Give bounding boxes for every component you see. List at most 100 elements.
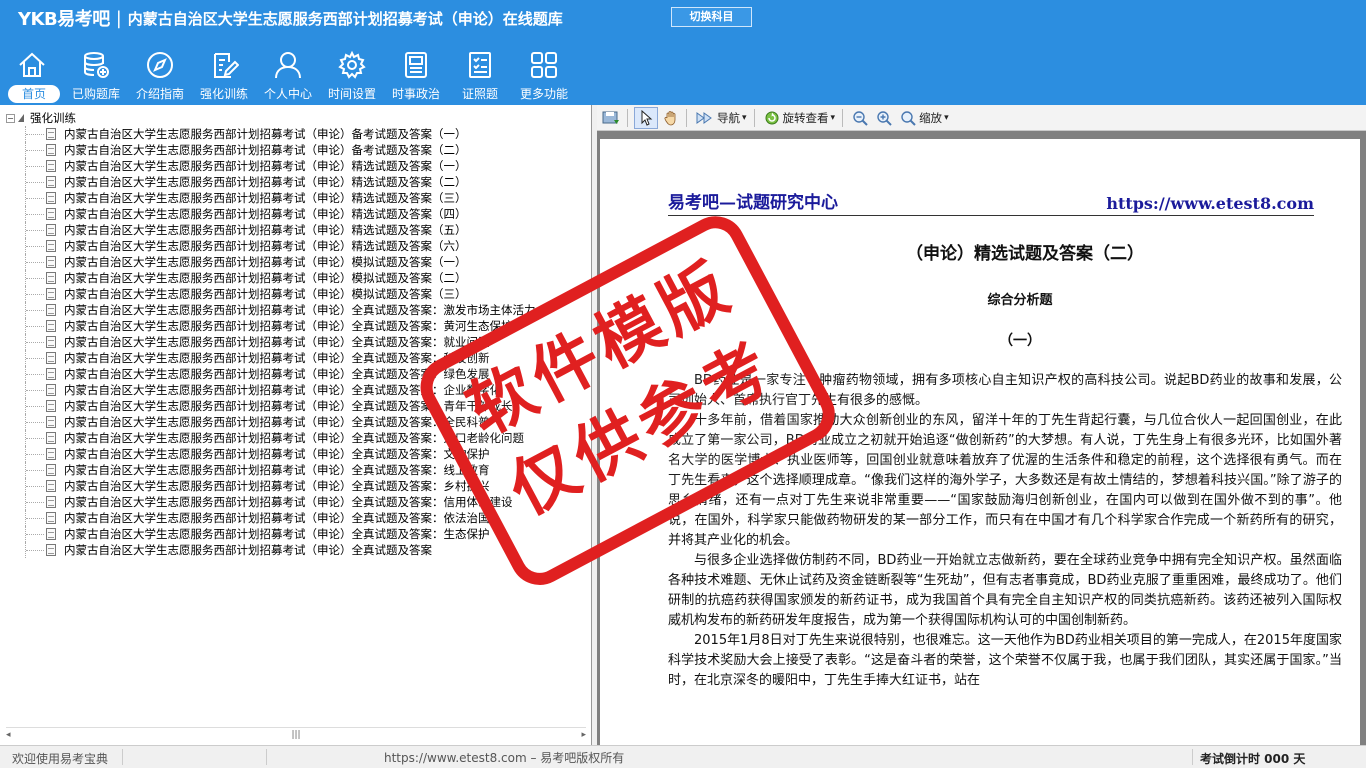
hand-tool[interactable] bbox=[660, 107, 682, 129]
tree-item-label: 内蒙古自治区大学生志愿服务西部计划招募考试（申论）全真试题及答案：依法治国 bbox=[64, 511, 490, 525]
tree-item-label: 内蒙古自治区大学生志愿服务西部计划招募考试（申论）全真试题及答案：黄河生态保护 bbox=[64, 319, 513, 333]
exam-countdown: 考试倒计时 000 天 bbox=[1200, 752, 1306, 766]
horizontal-scrollbar[interactable]: ◂ ||| ▸ bbox=[6, 727, 586, 741]
viewer-toolbar: 导航 ▾ 旋转查看 ▾ 缩放 ▾ bbox=[597, 105, 1366, 131]
tree-item-label: 内蒙古自治区大学生志愿服务西部计划招募考试（申论）模拟试题及答案（一） bbox=[64, 255, 467, 269]
save-icon bbox=[602, 111, 619, 124]
scroll-left-arrow[interactable]: ◂ bbox=[6, 730, 11, 740]
scroll-right-arrow[interactable]: ▸ bbox=[581, 730, 586, 740]
rotate-label: 旋转查看 bbox=[782, 110, 829, 125]
tree-item[interactable]: 内蒙古自治区大学生志愿服务西部计划招募考试（申论）全真试题及答案：企业数字化 bbox=[6, 382, 586, 398]
tree-item-label: 内蒙古自治区大学生志愿服务西部计划招募考试（申论）全真试题及答案：人口老龄化问题 bbox=[64, 431, 524, 445]
tree-root-label: 强化训练 bbox=[30, 111, 76, 125]
user-icon bbox=[275, 52, 301, 79]
gear-icon bbox=[338, 50, 366, 79]
tree-item[interactable]: 内蒙古自治区大学生志愿服务西部计划招募考试（申论）全真试题及答案：科技创新 bbox=[6, 350, 586, 366]
folder-icon bbox=[18, 114, 24, 122]
tree-item[interactable]: 内蒙古自治区大学生志愿服务西部计划招募考试（申论）全真试题及答案：乡村振兴 bbox=[6, 478, 586, 494]
nav-personal-label: 个人中心 bbox=[263, 87, 312, 101]
select-tool[interactable] bbox=[634, 106, 658, 129]
document-icon bbox=[46, 128, 56, 140]
nav-home-label: 首页 bbox=[8, 85, 60, 103]
nav-training-label: 强化训练 bbox=[199, 87, 248, 101]
tree-item[interactable]: 内蒙古自治区大学生志愿服务西部计划招募考试（申论）全真试题及答案：就业问题 bbox=[6, 334, 586, 350]
nav-purchased[interactable]: 已购题库 bbox=[64, 46, 128, 104]
hand-icon bbox=[664, 110, 676, 125]
tree-item[interactable]: 内蒙古自治区大学生志愿服务西部计划招募考试（申论）备考试题及答案（二） bbox=[6, 142, 586, 158]
navigate-menu[interactable]: 导航 ▾ bbox=[693, 107, 750, 129]
tree-item[interactable]: 内蒙古自治区大学生志愿服务西部计划招募考试（申论）全真试题及答案：线上教育 bbox=[6, 462, 586, 478]
zoom-out-tool[interactable] bbox=[849, 107, 871, 129]
nav-home[interactable]: 首页 bbox=[0, 46, 64, 104]
tree-item[interactable]: 内蒙古自治区大学生志愿服务西部计划招募考试（申论）精选试题及答案（四） bbox=[6, 206, 586, 222]
tree-item[interactable]: 内蒙古自治区大学生志愿服务西部计划招募考试（申论）全真试题及答案：激发市场主体活… bbox=[6, 302, 586, 318]
tree-item[interactable]: 内蒙古自治区大学生志愿服务西部计划招募考试（申论）全真试题及答案：信用体系建设 bbox=[6, 494, 586, 510]
checklist-icon bbox=[469, 52, 491, 78]
document-icon bbox=[46, 192, 56, 204]
tree-item-label: 内蒙古自治区大学生志愿服务西部计划招募考试（申论）全真试题及答案：线上教育 bbox=[64, 463, 490, 477]
document-section: （一） bbox=[999, 333, 1041, 349]
title-separator: | bbox=[115, 7, 122, 29]
save-tool[interactable] bbox=[599, 107, 623, 129]
tree-item[interactable]: 内蒙古自治区大学生志愿服务西部计划招募考试（申论）精选试题及答案（二） bbox=[6, 174, 586, 190]
tree-item-label: 内蒙古自治区大学生志愿服务西部计划招募考试（申论）精选试题及答案（四） bbox=[64, 207, 467, 221]
tree-item[interactable]: 内蒙古自治区大学生志愿服务西部计划招募考试（申论）模拟试题及答案（三） bbox=[6, 286, 586, 302]
collapse-toggle[interactable]: − bbox=[6, 113, 15, 123]
nav-personal[interactable]: 个人中心 bbox=[256, 46, 320, 104]
tree-item-label: 内蒙古自治区大学生志愿服务西部计划招募考试（申论）精选试题及答案（三） bbox=[64, 191, 467, 205]
tree-item[interactable]: 内蒙古自治区大学生志愿服务西部计划招募考试（申论）全真试题及答案：生态保护 bbox=[6, 526, 586, 542]
tree-item[interactable]: 内蒙古自治区大学生志愿服务西部计划招募考试（申论）精选试题及答案（六） bbox=[6, 238, 586, 254]
tree-item[interactable]: 内蒙古自治区大学生志愿服务西部计划招募考试（申论）全真试题及答案：人口老龄化问题 bbox=[6, 430, 586, 446]
zoom-in-tool[interactable] bbox=[873, 107, 895, 129]
tree-items: 内蒙古自治区大学生志愿服务西部计划招募考试（申论）备考试题及答案（一） 内蒙古自治… bbox=[6, 126, 586, 558]
scroll-thumb[interactable]: ||| bbox=[287, 730, 305, 740]
document-icon bbox=[46, 320, 56, 332]
document-icon bbox=[46, 352, 56, 364]
document-icon bbox=[46, 336, 56, 348]
document-header-url: https://www.etest8.com bbox=[1106, 194, 1314, 213]
tree-item[interactable]: 内蒙古自治区大学生志愿服务西部计划招募考试（申论）全真试题及答案：青年干部成长 bbox=[6, 398, 586, 414]
zoom-menu[interactable]: 缩放 ▾ bbox=[897, 107, 952, 129]
tree-item[interactable]: 内蒙古自治区大学生志愿服务西部计划招募考试（申论）全真试题及答案 bbox=[6, 542, 586, 558]
document-icon bbox=[46, 480, 56, 492]
rotate-menu[interactable]: 旋转查看 ▾ bbox=[761, 107, 839, 129]
tree-item[interactable]: 内蒙古自治区大学生志愿服务西部计划招募考试（申论）全真试题及答案：黄河生态保护 bbox=[6, 318, 586, 334]
tree-item-label: 内蒙古自治区大学生志愿服务西部计划招募考试（申论）精选试题及答案（一） bbox=[64, 159, 467, 173]
document-paragraph: BD药业是一家专注于肿瘤药物领域，拥有多项核心自主知识产权的高科技公司。说起BD… bbox=[668, 373, 1342, 408]
tree-item-label: 内蒙古自治区大学生志愿服务西部计划招募考试（申论）模拟试题及答案（三） bbox=[64, 287, 467, 301]
switch-subject-button[interactable]: 切换科目 bbox=[671, 7, 752, 27]
tree-item-label: 内蒙古自治区大学生志愿服务西部计划招募考试（申论）全真试题及答案：生态保护 bbox=[64, 527, 490, 541]
document-icon bbox=[46, 432, 56, 444]
main-nav: 首页 已购题库 介绍指南 强化训练 个人中心 时间设置 时事政治 证照题 更多功… bbox=[0, 46, 576, 104]
tree-item[interactable]: 内蒙古自治区大学生志愿服务西部计划招募考试（申论）全真试题及答案：文物保护 bbox=[6, 446, 586, 462]
nav-certificates[interactable]: 证照题 bbox=[448, 46, 512, 104]
tree-root[interactable]: − 强化训练 bbox=[6, 110, 586, 126]
nav-time-settings[interactable]: 时间设置 bbox=[320, 46, 384, 104]
tree-item[interactable]: 内蒙古自治区大学生志愿服务西部计划招募考试（申论）全真试题及答案：依法治国 bbox=[6, 510, 586, 526]
tree-item-label: 内蒙古自治区大学生志愿服务西部计划招募考试（申论）全真试题及答案：全民科普 bbox=[64, 415, 490, 429]
tree-item[interactable]: 内蒙古自治区大学生志愿服务西部计划招募考试（申论）模拟试题及答案（一） bbox=[6, 254, 586, 270]
nav-guide[interactable]: 介绍指南 bbox=[128, 46, 192, 104]
document-icon bbox=[46, 400, 56, 412]
document-icon bbox=[46, 304, 56, 316]
rotate-icon bbox=[765, 111, 779, 124]
tree-item-label: 内蒙古自治区大学生志愿服务西部计划招募考试（申论）备考试题及答案（一） bbox=[64, 127, 467, 141]
tree-item[interactable]: 内蒙古自治区大学生志愿服务西部计划招募考试（申论）模拟试题及答案（二） bbox=[6, 270, 586, 286]
nav-training[interactable]: 强化训练 bbox=[192, 46, 256, 104]
status-bar: 欢迎使用易考宝典 https://www.etest8.com – 易考吧版权所… bbox=[0, 745, 1366, 768]
tree-item[interactable]: 内蒙古自治区大学生志愿服务西部计划招募考试（申论）精选试题及答案（一） bbox=[6, 158, 586, 174]
tree-item[interactable]: 内蒙古自治区大学生志愿服务西部计划招募考试（申论）精选试题及答案（三） bbox=[6, 190, 586, 206]
document-body: BD药业是一家专注于肿瘤药物领域，拥有多项核心自主知识产权的高科技公司。说起BD… bbox=[668, 371, 1342, 691]
tree-item[interactable]: 内蒙古自治区大学生志愿服务西部计划招募考试（申论）精选试题及答案（五） bbox=[6, 222, 586, 238]
document-paragraph: 与很多企业选择做仿制药不同，BD药业一开始就立志做新药，要在全球药业竞争中拥有完… bbox=[668, 553, 1342, 628]
document-icon bbox=[46, 288, 56, 300]
nav-current-affairs-label: 时事政治 bbox=[391, 87, 440, 101]
nav-more[interactable]: 更多功能 bbox=[512, 46, 576, 104]
nav-current-affairs[interactable]: 时事政治 bbox=[384, 46, 448, 104]
chevron-down-icon: ▾ bbox=[830, 112, 836, 123]
tree-item[interactable]: 内蒙古自治区大学生志愿服务西部计划招募考试（申论）备考试题及答案（一） bbox=[6, 126, 586, 142]
tree-item[interactable]: 内蒙古自治区大学生志愿服务西部计划招募考试（申论）全真试题及答案：全民科普 bbox=[6, 414, 586, 430]
tree-item[interactable]: 内蒙古自治区大学生志愿服务西部计划招募考试（申论）全真试题及答案：绿色发展 bbox=[6, 366, 586, 382]
document-icon bbox=[46, 384, 56, 396]
toolbar-divider bbox=[686, 108, 687, 127]
